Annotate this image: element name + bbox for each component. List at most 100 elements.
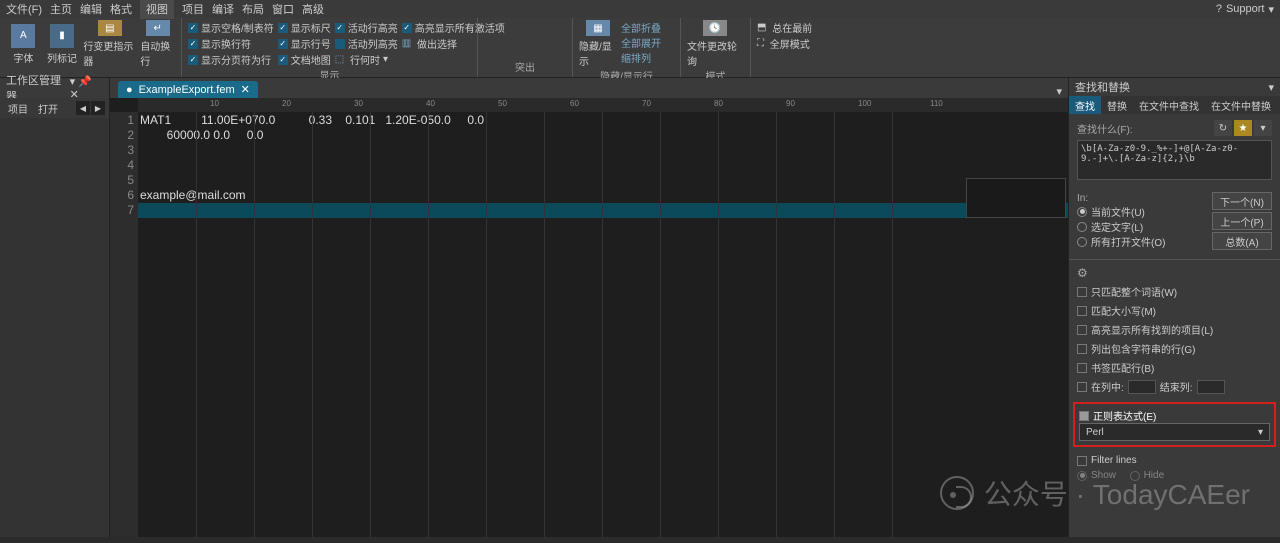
menu-advanced[interactable]: 高级 (302, 1, 324, 17)
fullscreen-icon[interactable]: ⛶ (757, 38, 767, 49)
whole-word-checkbox[interactable] (1077, 287, 1087, 297)
column-marker-button[interactable]: ▮列标记 (45, 20, 80, 68)
chevron-down-icon[interactable]: ▾ (383, 54, 388, 65)
expand-all-link[interactable]: 全部展开 (621, 35, 661, 50)
menu-project[interactable]: 项目 (182, 1, 204, 17)
find-what-label: 查找什么(F): (1077, 121, 1133, 136)
regex-helper-icon[interactable]: ▾ (1254, 120, 1272, 136)
regex-engine-value: Perl (1086, 427, 1104, 438)
menu-view[interactable]: 视图 (140, 0, 174, 19)
column-guide (776, 112, 777, 537)
bookmark-matches-checkbox[interactable] (1077, 363, 1087, 373)
code-line: example@mail.com (138, 188, 1068, 203)
ruler-mark: 110 (930, 99, 943, 108)
checkbox-icon[interactable]: ✓ (278, 55, 288, 65)
checkbox-icon[interactable]: ✓ (188, 23, 198, 33)
regex-engine-dropdown[interactable]: Perl ▾ (1079, 423, 1270, 441)
show-newlines-label: 显示换行符 (201, 36, 251, 51)
line-number: 2 (110, 128, 134, 143)
find-replace-panel: 查找和替换 ▾ 查找 替换 在文件中查找 在文件中替换 查找什么(F): ↻ ★… (1068, 78, 1280, 537)
column-guide (312, 112, 313, 537)
line-change-indicator-button[interactable]: ▤行变更指示器 (83, 20, 136, 68)
make-selection-icon[interactable]: ▥ (402, 38, 414, 49)
hide-show-button[interactable]: ▦隐藏/显示 (579, 20, 617, 68)
chevron-down-icon[interactable]: ▾ (70, 76, 76, 88)
arrow-left-icon[interactable]: ◀ (76, 101, 90, 115)
help-icon[interactable]: ? (1216, 3, 1222, 15)
regex-checkbox[interactable] (1079, 411, 1089, 421)
workspace-manager-header: 工作区管理器 ▾ 📌 ✕ (0, 78, 109, 98)
list-matching-lines-checkbox[interactable] (1077, 344, 1087, 354)
radio-all-open-files-label: 所有打开文件(O) (1091, 234, 1165, 249)
next-button[interactable]: 下一个(N) (1212, 192, 1272, 210)
checkbox-icon[interactable]: ✓ (278, 23, 288, 33)
file-change-poll-button[interactable]: 🕓文件更改轮询 (687, 20, 743, 68)
radio-show (1077, 471, 1087, 481)
checkbox-icon[interactable]: ✓ (335, 23, 345, 33)
column-guide (428, 112, 429, 537)
column-guide (660, 112, 661, 537)
prev-button[interactable]: 上一个(P) (1212, 212, 1272, 230)
ruler-mark: 30 (354, 99, 363, 108)
checkbox-icon[interactable]: ✓ (188, 55, 198, 65)
in-label: In: (1077, 193, 1088, 204)
dropdown-icon[interactable]: ▾ (1268, 3, 1274, 16)
tab-replace-in-files[interactable]: 在文件中替换 (1205, 96, 1277, 114)
start-column-input[interactable] (1128, 380, 1156, 394)
in-column-checkbox[interactable] (1077, 382, 1087, 392)
project-tab[interactable]: 项目 (4, 99, 32, 118)
open-tab[interactable]: 打开 (34, 99, 62, 118)
main-area: 工作区管理器 ▾ 📌 ✕ 项目 打开 ◀ ▶ ● ExampleExport.f… (0, 78, 1280, 537)
tabs-dropdown-icon[interactable]: ▾ (1056, 85, 1062, 98)
tab-find[interactable]: 查找 (1069, 96, 1101, 114)
chevron-down-icon[interactable]: ▾ (1268, 81, 1274, 94)
highlight-all-checkbox[interactable] (1077, 325, 1087, 335)
always-on-top-icon[interactable]: ⬒ (757, 22, 769, 33)
menu-format[interactable]: 格式 (110, 1, 132, 17)
menu-file[interactable]: 文件(F) (6, 1, 42, 17)
pin-icon[interactable]: 📌 (78, 76, 92, 88)
line-when-dropdown[interactable]: ⬚ (335, 54, 347, 65)
checkbox-icon[interactable]: ✓ (278, 39, 288, 49)
radio-selected-text[interactable] (1077, 222, 1087, 232)
document-minimap[interactable] (966, 178, 1066, 218)
count-button[interactable]: 总数(A) (1212, 232, 1272, 250)
gear-icon[interactable]: ⚙ (1077, 266, 1272, 280)
code-line: MAT1 11.00E+070.0 0.33 0.101 1.20E-050.0… (138, 113, 1068, 128)
collapse-all-link[interactable]: 全部折叠 (621, 20, 661, 35)
show-ruler-label: 显示标尺 (291, 20, 331, 35)
arrow-right-icon[interactable]: ▶ (91, 101, 105, 115)
history-icon[interactable]: ↻ (1214, 120, 1232, 136)
menu-edit[interactable]: 编辑 (80, 1, 102, 17)
font-button[interactable]: A字体 (6, 20, 41, 68)
radio-current-file[interactable] (1077, 207, 1087, 217)
tab-find-in-files[interactable]: 在文件中查找 (1133, 96, 1205, 114)
checkbox-icon[interactable]: ✓ (188, 39, 198, 49)
file-tab[interactable]: ● ExampleExport.fem ✕ (118, 81, 258, 98)
menu-layout[interactable]: 布局 (242, 1, 264, 17)
ruler-mark: 90 (786, 99, 795, 108)
menu-window[interactable]: 窗口 (272, 1, 294, 17)
favorite-icon[interactable]: ★ (1234, 120, 1252, 136)
column-guide (718, 112, 719, 537)
menu-bar: 文件(F) 主页 编辑 格式 视图 项目 编译 布局 窗口 高级 ? Suppo… (0, 0, 1280, 18)
checkbox-icon[interactable]: ✓ (402, 23, 412, 33)
code-editor[interactable]: MAT1 11.00E+070.0 0.33 0.101 1.20E-050.0… (138, 112, 1068, 537)
auto-wrap-button[interactable]: ↵自动换行 (140, 20, 175, 68)
indent-column-link[interactable]: 缩排列 (621, 50, 661, 65)
tab-replace[interactable]: 替换 (1101, 96, 1133, 114)
close-tab-icon[interactable]: ✕ (241, 83, 250, 96)
match-case-checkbox[interactable] (1077, 306, 1087, 316)
menu-compile[interactable]: 编译 (212, 1, 234, 17)
column-guide (892, 112, 893, 537)
menu-home[interactable]: 主页 (50, 1, 72, 17)
in-column-label: 在列中: (1091, 379, 1124, 394)
column-guide (602, 112, 603, 537)
support-link[interactable]: Support (1226, 3, 1265, 15)
checkbox-icon[interactable] (335, 39, 345, 49)
search-input[interactable] (1077, 140, 1272, 180)
radio-all-open-files[interactable] (1077, 237, 1087, 247)
end-column-input[interactable] (1197, 380, 1225, 394)
filter-lines-label: Filter lines (1091, 455, 1137, 466)
filter-lines-checkbox[interactable] (1077, 456, 1087, 466)
